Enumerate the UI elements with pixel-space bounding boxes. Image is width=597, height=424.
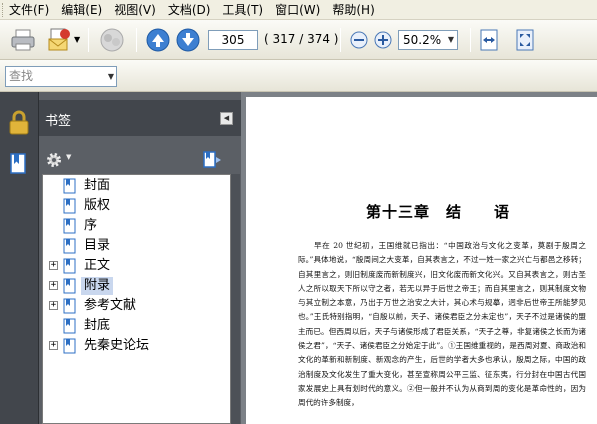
bookmark-item[interactable]: 目录 bbox=[43, 236, 230, 256]
document-body: 早在 20 世纪初，王国维就已指出：“中国政治与文化之变革，莫剧于殷周之际。”具… bbox=[298, 241, 586, 408]
bookmark-item[interactable]: 序 bbox=[43, 216, 230, 236]
expand-icon[interactable]: + bbox=[49, 261, 58, 270]
print-icon[interactable] bbox=[10, 28, 36, 52]
menu-grip bbox=[2, 2, 5, 17]
email-dropdown-arrow[interactable]: ▼ bbox=[74, 35, 80, 44]
toolbar-separator bbox=[88, 28, 89, 52]
bookmark-label: 封面 bbox=[84, 178, 111, 193]
bookmark-label: 附录 bbox=[81, 277, 114, 295]
bookmarks-panel-icon[interactable] bbox=[9, 152, 29, 176]
navigation-strip bbox=[0, 92, 39, 424]
menu-view[interactable]: 视图(V) bbox=[114, 1, 164, 18]
bookmark-item[interactable]: 封底 bbox=[43, 316, 230, 336]
zoom-in-icon[interactable] bbox=[374, 31, 392, 49]
bookmark-label: 先秦史论坛 bbox=[84, 338, 150, 353]
bookmarks-scrollbar[interactable] bbox=[231, 174, 240, 424]
find-placeholder: 查找 bbox=[9, 69, 34, 83]
next-page-icon[interactable] bbox=[176, 28, 200, 52]
options-dropdown-arrow[interactable]: ▼ bbox=[66, 153, 71, 161]
zoom-level-select[interactable]: 50.2% ▼ bbox=[398, 30, 458, 50]
find-toolbar: 查找 ▼ bbox=[0, 60, 597, 92]
bookmark-icon bbox=[63, 298, 76, 314]
find-input[interactable]: 查找 ▼ bbox=[5, 66, 117, 87]
menu-bar: 文件(F) 编辑(E) 视图(V) 文档(D) 工具(T) 窗口(W) 帮助(H… bbox=[0, 0, 597, 20]
collaborate-icon[interactable] bbox=[98, 27, 126, 53]
toolbar-separator bbox=[340, 28, 341, 52]
previous-page-icon[interactable] bbox=[146, 28, 170, 52]
main-toolbar: ▼ 305 ( 317 / 374 ) 50.2% ▼ bbox=[0, 20, 597, 60]
bookmark-icon bbox=[63, 178, 76, 194]
gear-icon[interactable] bbox=[45, 151, 65, 169]
zoom-out-icon[interactable] bbox=[350, 31, 368, 49]
email-icon[interactable] bbox=[46, 27, 72, 53]
expand-bookmark-icon[interactable] bbox=[202, 150, 224, 170]
chevron-down-icon[interactable]: ▼ bbox=[445, 31, 457, 49]
expand-icon[interactable]: + bbox=[49, 301, 58, 310]
collapse-panel-button[interactable]: ◀ bbox=[220, 112, 233, 125]
bookmark-icon bbox=[63, 278, 76, 294]
bookmark-label: 正文 bbox=[84, 258, 111, 273]
expand-icon[interactable]: + bbox=[49, 281, 58, 290]
bookmark-item-selected[interactable]: + 附录 bbox=[43, 276, 230, 296]
bookmark-label: 参考文献 bbox=[84, 298, 137, 313]
bookmark-icon bbox=[63, 338, 76, 354]
toolbar-separator bbox=[470, 28, 471, 52]
bookmark-item[interactable]: 封面 bbox=[43, 176, 230, 196]
bookmark-label: 序 bbox=[84, 218, 98, 233]
expand-icon[interactable]: + bbox=[49, 341, 58, 350]
bookmark-icon bbox=[63, 218, 76, 234]
menu-file[interactable]: 文件(F) bbox=[9, 1, 57, 18]
bookmark-item[interactable]: 版权 bbox=[43, 196, 230, 216]
bookmark-icon bbox=[63, 238, 76, 254]
menu-window[interactable]: 窗口(W) bbox=[275, 1, 328, 18]
bookmark-label: 目录 bbox=[84, 238, 111, 253]
bookmarks-title: 书签 bbox=[45, 114, 72, 129]
bookmark-icon bbox=[63, 318, 76, 334]
bookmark-label: 封底 bbox=[84, 318, 111, 333]
menu-document[interactable]: 文档(D) bbox=[168, 1, 219, 18]
bookmark-item[interactable]: + 参考文献 bbox=[43, 296, 230, 316]
bookmarks-options-row: ▼ bbox=[39, 144, 241, 174]
toolbar-separator bbox=[136, 28, 137, 52]
bookmark-item[interactable]: + 正文 bbox=[43, 256, 230, 276]
menu-help[interactable]: 帮助(H) bbox=[332, 1, 382, 18]
bookmark-item[interactable]: + 先秦史论坛 bbox=[43, 336, 230, 356]
page-number-input[interactable]: 305 bbox=[208, 30, 258, 50]
full-screen-icon[interactable] bbox=[514, 28, 536, 52]
lock-icon[interactable] bbox=[7, 110, 31, 136]
fit-width-icon[interactable] bbox=[478, 28, 500, 52]
bookmarks-list: 封面 版权 序 目录 + 正文 + 附录 + 参考文献 封底 + 先秦史论坛 bbox=[42, 174, 231, 424]
bookmarks-header: 书签 ◀ bbox=[39, 100, 241, 136]
chapter-title: 第十三章 结 语 bbox=[366, 203, 511, 221]
bookmarks-panel: 书签 ◀ ▼ 封面 版权 序 目录 + 正文 + 附录 + 参考文献 封底 + … bbox=[39, 92, 241, 424]
page-count: ( 317 / 374 ) bbox=[264, 32, 339, 46]
zoom-level-value: 50.2% bbox=[403, 33, 442, 47]
chevron-down-icon[interactable]: ▼ bbox=[108, 67, 114, 86]
menu-edit[interactable]: 编辑(E) bbox=[61, 1, 110, 18]
bookmark-label: 版权 bbox=[84, 198, 111, 213]
document-page: 第十三章 结 语 早在 20 世纪初，王国维就已指出：“中国政治与文化之变革，莫… bbox=[246, 97, 597, 424]
menu-tools[interactable]: 工具(T) bbox=[222, 1, 271, 18]
bookmark-icon bbox=[63, 258, 76, 274]
bookmark-icon bbox=[63, 198, 76, 214]
